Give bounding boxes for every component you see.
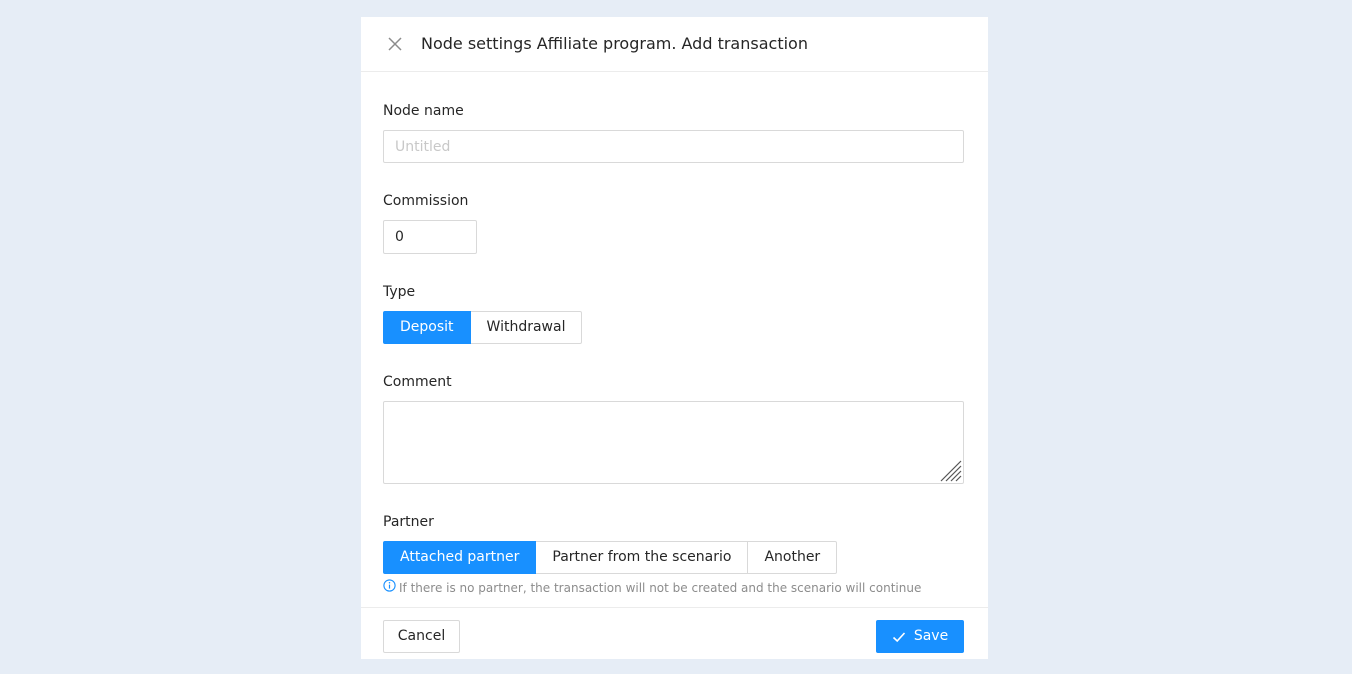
close-icon[interactable] [385, 34, 405, 54]
node-settings-modal: Node settings Affiliate program. Add tra… [361, 17, 988, 659]
cancel-button[interactable]: Cancel [383, 620, 460, 653]
partner-label: Partner [383, 514, 434, 530]
type-option-deposit[interactable]: Deposit [383, 311, 471, 344]
partner-hint: If there is no partner, the transaction … [383, 579, 921, 596]
comment-label: Comment [383, 374, 452, 390]
node-name-label: Node name [383, 103, 464, 119]
commission-input[interactable] [383, 220, 477, 254]
commission-label: Commission [383, 193, 469, 209]
type-toggle: Deposit Withdrawal [383, 311, 583, 344]
partner-toggle: Attached partner Partner from the scenar… [383, 541, 838, 574]
modal-title: Node settings Affiliate program. Add tra… [421, 34, 808, 53]
modal-header: Node settings Affiliate program. Add tra… [361, 17, 988, 72]
node-name-input[interactable] [383, 130, 964, 163]
partner-hint-text: If there is no partner, the transaction … [399, 580, 922, 595]
type-option-withdrawal[interactable]: Withdrawal [470, 311, 583, 344]
resize-grip-icon[interactable] [940, 460, 962, 482]
save-button-label: Save [913, 628, 949, 644]
info-icon [383, 579, 399, 596]
partner-option-attached[interactable]: Attached partner [383, 541, 537, 574]
save-button[interactable]: Save [876, 620, 964, 653]
partner-option-another[interactable]: Another [748, 541, 838, 574]
type-label: Type [383, 284, 416, 300]
partner-option-scenario[interactable]: Partner from the scenario [536, 541, 749, 574]
check-icon [892, 630, 914, 644]
modal-footer: Cancel Save [361, 607, 988, 659]
comment-wrapper [383, 401, 964, 484]
comment-textarea[interactable] [383, 401, 964, 484]
